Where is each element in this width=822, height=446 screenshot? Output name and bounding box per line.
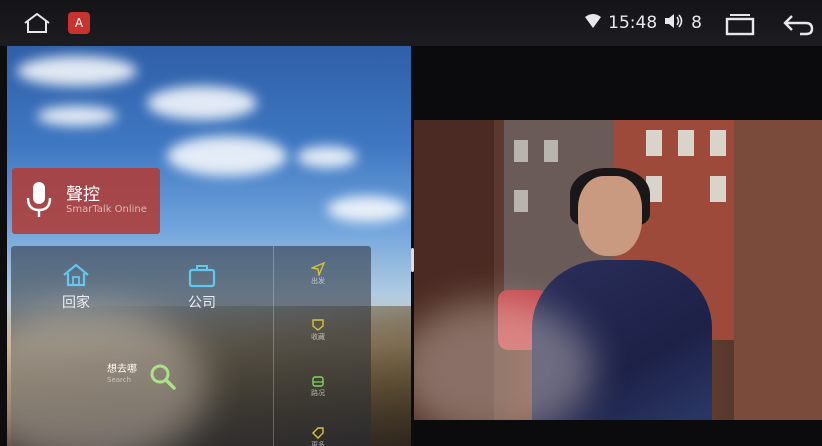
clock-time: 15:48 bbox=[608, 13, 658, 33]
video-frame[interactable] bbox=[414, 120, 822, 420]
car-icon bbox=[312, 376, 324, 387]
video-window bbox=[544, 140, 558, 162]
home-icon[interactable] bbox=[22, 11, 52, 35]
app-icon[interactable]: A bbox=[68, 12, 90, 34]
video-window bbox=[514, 140, 528, 162]
video-window bbox=[646, 130, 662, 156]
voice-control-card[interactable]: 聲控 SmarTalk Online bbox=[12, 168, 160, 234]
video-window bbox=[678, 130, 694, 156]
side-item-more[interactable]: 更多 bbox=[311, 426, 325, 446]
sky-cloud bbox=[297, 146, 357, 168]
sky-cloud bbox=[37, 106, 117, 126]
video-pane bbox=[414, 46, 822, 446]
volume-icon[interactable] bbox=[663, 12, 685, 35]
sky-cloud bbox=[147, 86, 257, 120]
voice-card-subtitle: SmarTalk Online bbox=[66, 204, 147, 215]
video-window bbox=[710, 130, 726, 156]
back-icon[interactable] bbox=[780, 10, 816, 38]
tag-icon bbox=[312, 427, 324, 439]
shortcut-company[interactable]: 公司 bbox=[187, 262, 217, 312]
home-icon bbox=[63, 263, 89, 287]
sky-cloud bbox=[167, 136, 287, 176]
video-window bbox=[514, 190, 528, 212]
microphone-icon bbox=[26, 180, 52, 220]
navigate-icon bbox=[311, 262, 325, 276]
status-indicators: 15:48 8 bbox=[584, 0, 702, 46]
status-bar: A 15:48 8 bbox=[0, 0, 822, 46]
side-item-traffic[interactable]: 路况 bbox=[311, 374, 325, 398]
sky-cloud bbox=[327, 196, 407, 222]
sky-cloud bbox=[17, 56, 137, 86]
shortcut-label: 公司 bbox=[188, 295, 216, 311]
side-item-favorite[interactable]: 收藏 bbox=[311, 318, 325, 342]
video-person-face bbox=[578, 176, 642, 256]
favorite-icon bbox=[312, 319, 324, 331]
video-building bbox=[734, 120, 822, 420]
wifi-icon bbox=[584, 13, 602, 34]
volume-level: 8 bbox=[691, 13, 702, 33]
shortcut-home[interactable]: 回家 bbox=[61, 262, 91, 312]
navigation-pane: 聲控 SmarTalk Online 回家 公司 想去哪 Search 出发 收… bbox=[7, 46, 411, 446]
recents-icon[interactable] bbox=[724, 12, 756, 36]
video-window bbox=[710, 176, 726, 202]
side-item-depart[interactable]: 出发 bbox=[311, 262, 325, 286]
briefcase-icon bbox=[188, 265, 216, 288]
voice-card-title: 聲控 bbox=[66, 185, 100, 205]
panel-divider bbox=[273, 246, 274, 446]
